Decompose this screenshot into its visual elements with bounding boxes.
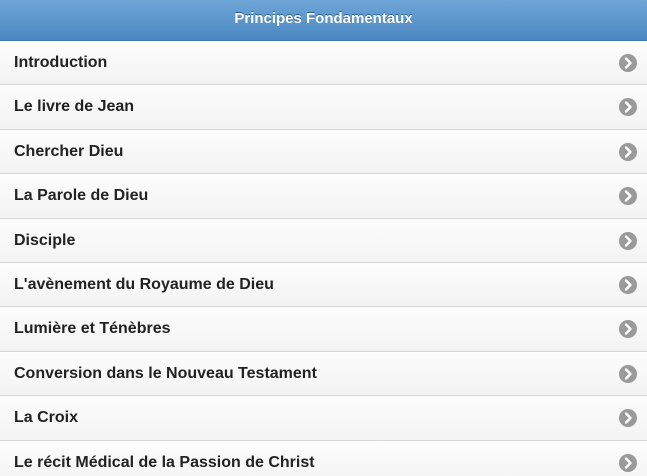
- list-item[interactable]: Lumière et Ténèbres: [0, 307, 647, 352]
- list-item-label: Introduction: [14, 54, 108, 71]
- chevron-right-circle-icon: [619, 364, 637, 383]
- list-item[interactable]: La Parole de Dieu: [0, 174, 647, 219]
- chevron-right-circle-icon: [619, 453, 637, 472]
- chevron-right-circle-icon: [619, 231, 637, 250]
- list-item-label: La Croix: [14, 409, 79, 427]
- chevron-right-circle-icon: [619, 409, 637, 428]
- list-item[interactable]: Le récit Médical de la Passion de Christ: [0, 440, 647, 476]
- list-item[interactable]: Introduction: [0, 41, 647, 86]
- chevron-right-circle-icon: [619, 54, 637, 72]
- list-item[interactable]: Chercher Dieu: [0, 129, 647, 175]
- list-item-label: L'avènement du Royaume de Dieu: [14, 275, 274, 293]
- chevron-right-circle-icon: [619, 98, 637, 117]
- chapter-list: Introduction Le livre de Jean Chercher D…: [0, 41, 647, 476]
- list-item-label: Le récit Médical de la Passion de Christ: [14, 453, 315, 471]
- page-title: Principes Fondamentaux: [234, 10, 413, 27]
- list-item-label: Disciple: [14, 231, 76, 249]
- page-header: Principes Fondamentaux: [0, 0, 647, 41]
- list-item-label: Lumière et Ténèbres: [14, 320, 171, 338]
- list-item[interactable]: Disciple: [0, 218, 647, 263]
- list-item[interactable]: Conversion dans le Nouveau Testament: [0, 351, 647, 397]
- list-item[interactable]: L'avènement du Royaume de Dieu: [0, 262, 647, 308]
- list-item-label: La Parole de Dieu: [14, 187, 149, 205]
- list-item-label: Chercher Dieu: [14, 142, 124, 160]
- chevron-right-circle-icon: [619, 320, 637, 339]
- chevron-right-circle-icon: [619, 142, 637, 161]
- chevron-right-circle-icon: [619, 187, 637, 206]
- list-item-label: Le livre de Jean: [14, 98, 135, 116]
- list-item[interactable]: La Croix: [0, 396, 647, 441]
- chevron-right-circle-icon: [619, 275, 637, 294]
- list-item-label: Conversion dans le Nouveau Testament: [14, 364, 317, 382]
- list-item[interactable]: Le livre de Jean: [0, 85, 647, 130]
